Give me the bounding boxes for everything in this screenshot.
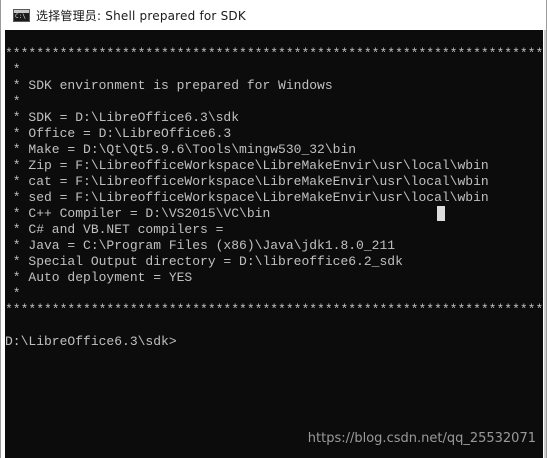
console-line: * Special Output directory = D:\libreoff…	[5, 254, 403, 269]
console-line: *	[5, 62, 21, 77]
window-title: 选择管理员: Shell prepared for SDK	[36, 8, 246, 23]
console-line: * C++ Compiler = D:\VS2015\VC\bin	[5, 206, 271, 221]
console-line: * Office = D:\LibreOffice6.3	[5, 126, 232, 141]
console-line: * SDK environment is prepared for Window…	[5, 78, 333, 93]
console-line: *	[5, 286, 21, 301]
watermark-text: https://blog.csdn.net/qq_25532071	[307, 431, 536, 446]
console-line: * C# and VB.NET compilers =	[5, 222, 224, 237]
console-line: * cat = F:\LibreofficeWorkspace\LibreMak…	[5, 174, 489, 189]
console-output[interactable]: ****************************************…	[5, 30, 543, 458]
window-right-edge	[544, 30, 546, 458]
console-line: * Auto deployment = YES	[5, 270, 193, 285]
command-prompt[interactable]: D:\LibreOffice6.3\sdk>	[5, 334, 543, 350]
text-cursor	[437, 206, 445, 221]
console-line: * Make = D:\Qt\Qt5.9.6\Tools\mingw530_32…	[5, 142, 357, 157]
console-line: *	[5, 94, 21, 109]
console-line: * SDK = D:\LibreOffice6.3\sdk	[5, 110, 240, 125]
console-line: * Java = C:\Program Files (x86)\Java\jdk…	[5, 238, 396, 253]
console-icon	[13, 8, 30, 22]
console-line: * Zip = F:\LibreofficeWorkspace\LibreMak…	[5, 158, 489, 173]
console-lines: ****************************************…	[5, 46, 543, 350]
title-bar[interactable]: 选择管理员: Shell prepared for SDK	[1, 0, 546, 30]
console-window: 选择管理员: Shell prepared for SDK **********…	[0, 0, 547, 458]
console-line: ****************************************…	[5, 302, 543, 317]
console-line: ****************************************…	[5, 46, 543, 61]
console-line: * sed = F:\LibreofficeWorkspace\LibreMak…	[5, 190, 489, 205]
